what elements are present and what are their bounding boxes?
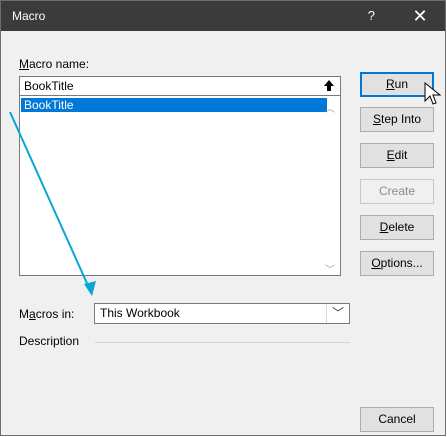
macros-in-label-first: M xyxy=(19,307,29,321)
edit-button[interactable]: Edit xyxy=(360,143,434,168)
delete-button[interactable]: Delete xyxy=(360,215,434,240)
macro-dialog: Macro ? ✕ Macro name: BookTitle BookTitl… xyxy=(0,0,446,436)
window-title: Macro xyxy=(12,9,46,23)
options-button[interactable]: Options... xyxy=(360,251,434,276)
edit-label: dit xyxy=(394,148,408,162)
scroll-down-icon[interactable]: ﹀ xyxy=(324,261,336,276)
macros-in-select[interactable]: This Workbook ﹀ xyxy=(94,303,350,324)
help-button[interactable]: ? xyxy=(368,8,375,23)
list-item[interactable]: BookTitle xyxy=(21,98,327,112)
options-mnemonic: O xyxy=(371,256,381,270)
macros-in-label: Macros in: xyxy=(19,307,74,321)
macros-in-label-text: cros in: xyxy=(35,307,75,321)
mouse-pointer-icon xyxy=(424,82,442,105)
title-bar: Macro ? ✕ xyxy=(1,1,445,31)
edit-mnemonic: E xyxy=(386,148,395,162)
macro-name-input[interactable]: BookTitle xyxy=(19,76,341,96)
up-arrow-icon[interactable] xyxy=(322,78,336,93)
macro-name-value: BookTitle xyxy=(24,79,74,93)
macro-name-label-text: acro name: xyxy=(29,57,90,71)
description-divider xyxy=(95,342,350,343)
create-button[interactable]: Create xyxy=(360,179,434,204)
options-label: ptions... xyxy=(380,256,423,270)
macro-name-label: Macro name: xyxy=(19,57,89,71)
delete-label: elete xyxy=(388,220,415,234)
chevron-down-icon[interactable]: ﹀ xyxy=(326,304,349,323)
scroll-up-icon[interactable]: ︿ xyxy=(324,100,336,115)
step-into-label: tep Into xyxy=(380,112,422,126)
macro-name-label-mnemonic: M xyxy=(19,57,29,71)
close-button[interactable]: ✕ xyxy=(403,4,437,28)
cancel-button[interactable]: Cancel xyxy=(360,407,434,432)
run-label: un xyxy=(394,77,409,91)
step-into-mnemonic: S xyxy=(372,112,381,126)
macros-in-label-mnemonic: a xyxy=(29,307,36,321)
run-mnemonic: R xyxy=(385,77,395,91)
macro-list[interactable]: BookTitle ︿ ﹀ xyxy=(19,96,341,276)
description-label: Description xyxy=(19,334,80,348)
run-button[interactable]: Run xyxy=(360,72,434,97)
delete-mnemonic: D xyxy=(379,220,389,234)
step-into-button[interactable]: Step Into xyxy=(360,107,434,132)
macros-in-value: This Workbook xyxy=(100,306,180,320)
